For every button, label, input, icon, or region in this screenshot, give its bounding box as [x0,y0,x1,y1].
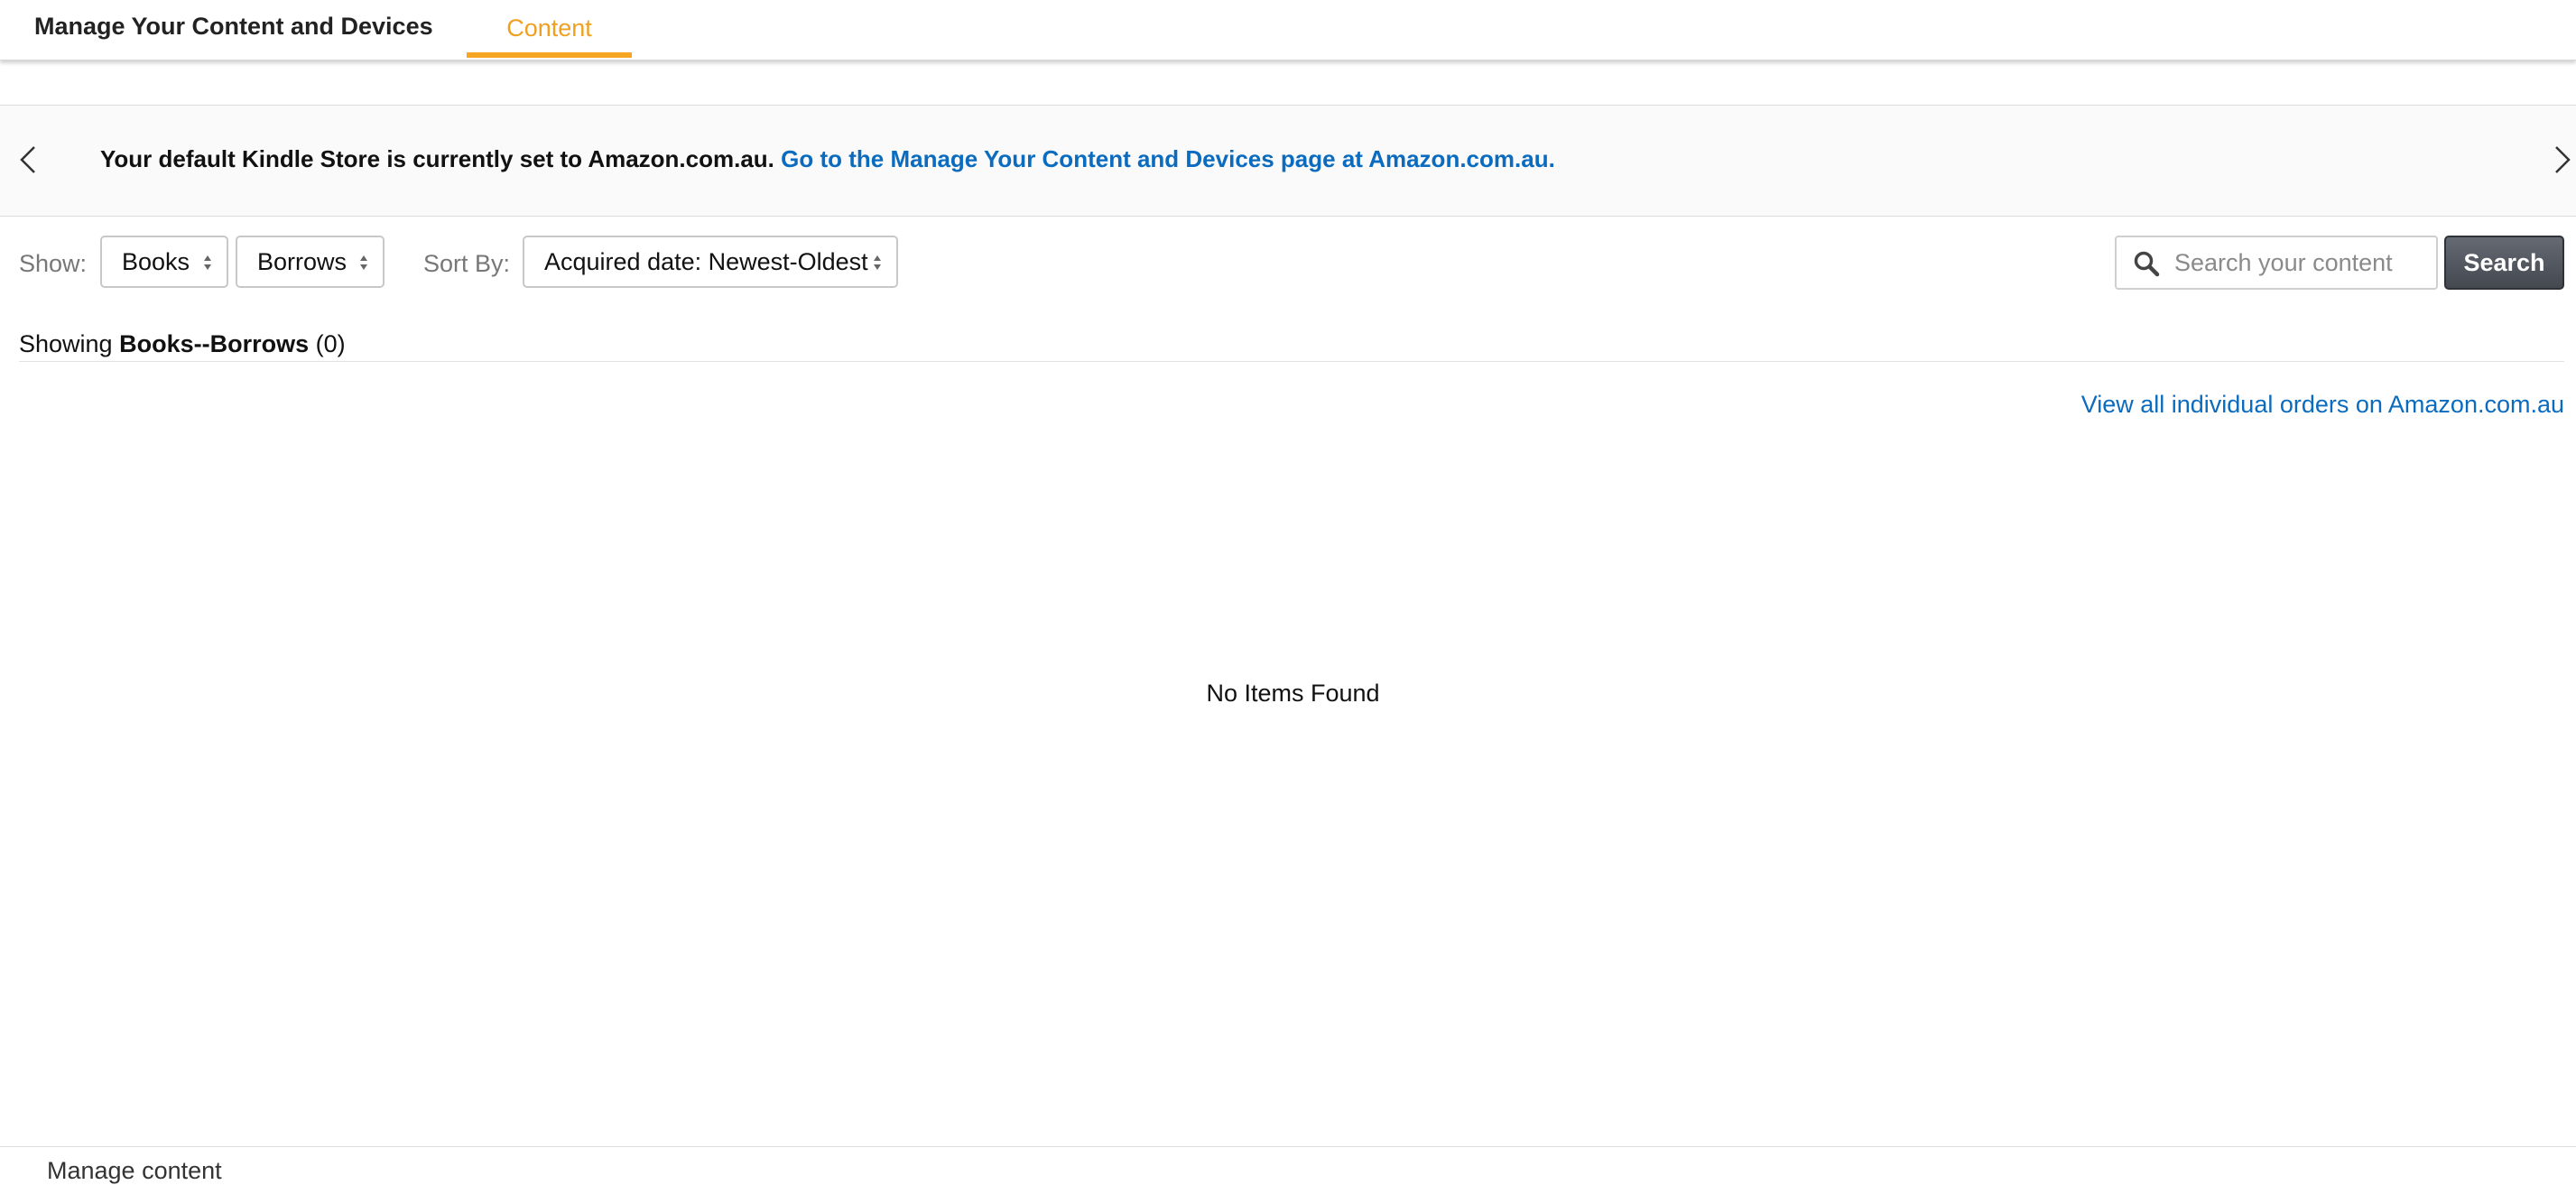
empty-state-message: No Items Found [1206,680,1380,707]
sort-label: Sort By: [423,250,511,277]
results-prefix: Showing [19,330,113,357]
banner-text: Your default Kindle Store is currently s… [100,145,1555,173]
content-type-value: Books [122,248,190,275]
chevron-left-icon [20,146,35,173]
sort-arrows-icon [874,255,881,270]
content-subtype-value: Borrows [257,248,347,275]
view-orders-link[interactable]: View all individual orders on Amazon.com… [2081,391,2564,419]
nav-title[interactable]: Manage Your Content and Devices [34,13,433,41]
show-label: Show: [19,250,88,277]
sort-select[interactable]: Acquired date: Newest-Oldest [523,236,898,288]
sort-arrows-icon [204,255,211,270]
search-box [2115,236,2438,290]
results-count: (0) [315,330,346,357]
content-subtype-select[interactable]: Borrows [236,236,385,288]
top-nav: Manage Your Content and Devices Content [0,0,2576,60]
results-category: Books--Borrows [119,330,310,357]
banner-link[interactable]: Go to the Manage Your Content and Device… [781,145,1555,172]
sort-arrows-icon [360,255,367,270]
content-type-select[interactable]: Books [100,236,228,288]
banner-next-button[interactable] [2544,140,2576,180]
results-summary: Showing Books--Borrows (0) [19,330,346,358]
search-input[interactable] [2169,237,2436,288]
banner-message: Your default Kindle Store is currently s… [100,145,774,172]
footer-text: Manage content [47,1157,222,1184]
search-icon [2134,251,2160,277]
results-divider [19,361,2564,362]
search-button[interactable]: Search [2444,236,2564,290]
tab-active-indicator [467,52,632,58]
footer-divider [0,1146,2576,1147]
sort-value: Acquired date: Newest-Oldest [544,248,868,275]
banner-prev-button[interactable] [11,140,47,180]
store-banner: Your default Kindle Store is currently s… [0,105,2576,217]
chevron-right-icon [2555,146,2571,173]
tab-content[interactable]: Content [467,0,632,60]
